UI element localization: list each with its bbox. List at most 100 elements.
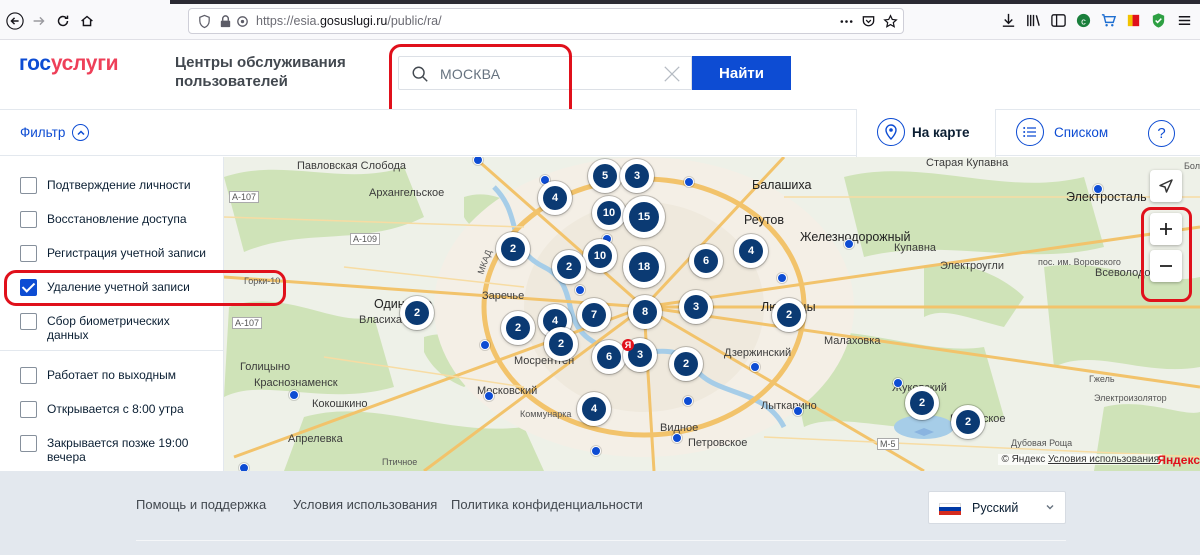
office-marker[interactable] bbox=[683, 396, 693, 406]
office-cluster[interactable]: 2 bbox=[496, 232, 530, 266]
checkbox[interactable] bbox=[20, 367, 37, 384]
place-label: Гжель bbox=[1089, 374, 1115, 384]
yandex-map[interactable]: Павловская Слобода Архангельское Балаших… bbox=[224, 157, 1200, 471]
office-marker[interactable] bbox=[893, 378, 903, 388]
office-marker[interactable] bbox=[844, 239, 854, 249]
filter-toggle[interactable]: Фильтр bbox=[20, 124, 90, 141]
checkbox[interactable] bbox=[20, 245, 37, 262]
gosuslugi-logo[interactable]: госуслуги bbox=[19, 52, 119, 76]
road-label: А-107 bbox=[232, 317, 263, 329]
office-marker[interactable] bbox=[777, 273, 787, 283]
filter-identity-verification[interactable]: Подтверждение личности bbox=[20, 177, 207, 194]
find-button[interactable]: Найти bbox=[692, 56, 791, 90]
permissions-icon[interactable] bbox=[235, 14, 250, 29]
footer-link-terms[interactable]: Условия использования bbox=[293, 497, 437, 512]
extension-c-icon[interactable]: c bbox=[1075, 12, 1092, 29]
browser-toolbar: https://esia.gosuslugi.ru/public/ra/ c bbox=[0, 0, 1200, 40]
office-cluster[interactable]: 7 bbox=[577, 298, 611, 332]
office-cluster[interactable]: 3 bbox=[620, 159, 654, 193]
office-cluster[interactable]: 2 bbox=[400, 296, 434, 330]
filter-closes-after-19[interactable]: Закрывается позже 19:00 вечера bbox=[20, 435, 197, 464]
office-cluster[interactable]: 15 bbox=[623, 196, 665, 238]
office-cluster[interactable]: 8 bbox=[628, 295, 662, 329]
office-cluster[interactable]: 3 bbox=[679, 290, 713, 324]
office-marker[interactable] bbox=[480, 340, 490, 350]
office-cluster[interactable]: 6 bbox=[592, 340, 626, 374]
filter-access-recovery[interactable]: Восстановление доступа bbox=[20, 211, 207, 228]
checkbox[interactable] bbox=[20, 177, 37, 194]
checkbox[interactable] bbox=[20, 313, 37, 330]
menu-icon[interactable] bbox=[1176, 12, 1193, 29]
office-marker[interactable] bbox=[591, 446, 601, 456]
sidebar-icon[interactable] bbox=[1050, 12, 1067, 29]
footer-link-privacy[interactable]: Политика конфиденциальности bbox=[451, 497, 643, 512]
back-button[interactable] bbox=[4, 10, 26, 32]
filter-biometrics[interactable]: Сбор биометрических данных bbox=[20, 313, 207, 342]
office-cluster[interactable]: 4 bbox=[734, 234, 768, 268]
place-label: Коммунарка bbox=[520, 409, 572, 419]
office-cluster[interactable]: 4 bbox=[577, 392, 611, 426]
office-marker[interactable] bbox=[793, 406, 803, 416]
office-cluster[interactable]: 10 bbox=[592, 196, 626, 230]
reload-icon bbox=[57, 15, 69, 27]
checkbox[interactable] bbox=[20, 211, 37, 228]
office-marker[interactable] bbox=[484, 391, 494, 401]
forward-button[interactable] bbox=[28, 10, 50, 32]
office-cluster[interactable]: 5 bbox=[588, 159, 622, 193]
adblock-shield-icon[interactable] bbox=[1150, 12, 1167, 29]
cart-extension-icon[interactable] bbox=[1100, 12, 1117, 29]
office-cluster[interactable]: 4 bbox=[538, 181, 572, 215]
pocket-icon[interactable] bbox=[861, 14, 876, 29]
place-label: Электроугли bbox=[940, 260, 1004, 272]
yandex-logo[interactable]: Яндекс bbox=[1157, 453, 1200, 467]
reload-button[interactable] bbox=[52, 10, 74, 32]
checkbox[interactable] bbox=[20, 435, 37, 452]
office-cluster[interactable]: 2 bbox=[669, 347, 703, 381]
bookmark-star-icon[interactable] bbox=[883, 14, 898, 29]
lock-icon[interactable] bbox=[218, 14, 233, 29]
office-marker[interactable] bbox=[239, 463, 249, 471]
footer-link-help[interactable]: Помощь и поддержка bbox=[136, 497, 266, 512]
clear-icon[interactable] bbox=[663, 65, 681, 83]
url-text[interactable]: https://esia.gosuslugi.ru/public/ra/ bbox=[256, 14, 442, 28]
office-marker[interactable] bbox=[289, 390, 299, 400]
download-icon[interactable] bbox=[1000, 12, 1017, 29]
yandex-location-pin[interactable]: Я bbox=[622, 339, 634, 351]
more-actions-icon[interactable] bbox=[839, 14, 854, 29]
flag-extension-icon[interactable] bbox=[1125, 12, 1142, 29]
home-button[interactable] bbox=[76, 10, 98, 32]
office-cluster[interactable]: 18 bbox=[623, 246, 665, 288]
list-icon bbox=[1016, 118, 1044, 146]
navigation-arrow-icon bbox=[1159, 179, 1173, 193]
place-label: Купавна bbox=[894, 242, 937, 254]
office-cluster[interactable]: 2 bbox=[544, 327, 578, 361]
office-marker[interactable] bbox=[575, 285, 585, 295]
office-cluster[interactable]: 2 bbox=[905, 386, 939, 420]
office-marker[interactable] bbox=[750, 362, 760, 372]
place-label: Реутов bbox=[744, 213, 785, 227]
tab-list-view[interactable]: Списком bbox=[996, 109, 1120, 157]
office-marker[interactable] bbox=[1093, 184, 1103, 194]
place-label: Краснознаменск bbox=[254, 377, 338, 389]
filter-opens-8am[interactable]: Открывается с 8:00 утра bbox=[20, 401, 207, 418]
geolocate-button[interactable] bbox=[1150, 170, 1182, 202]
office-cluster[interactable]: 10 bbox=[583, 239, 617, 273]
filter-account-registration[interactable]: Регистрация учетной записи bbox=[20, 245, 207, 262]
shield-icon[interactable] bbox=[197, 14, 212, 29]
office-cluster[interactable]: 6 bbox=[689, 244, 723, 278]
terms-link[interactable]: Условия использования bbox=[1048, 454, 1159, 465]
office-marker[interactable] bbox=[684, 177, 694, 187]
library-icon[interactable] bbox=[1025, 12, 1042, 29]
filter-weekends[interactable]: Работает по выходным bbox=[20, 367, 207, 384]
tab-map-view[interactable]: На карте bbox=[856, 109, 996, 157]
office-cluster[interactable]: 2 bbox=[951, 405, 985, 439]
office-cluster[interactable]: 2 bbox=[552, 250, 586, 284]
address-bar[interactable]: https://esia.gosuslugi.ru/public/ra/ bbox=[188, 8, 904, 34]
office-cluster[interactable]: 2 bbox=[772, 298, 806, 332]
office-marker[interactable] bbox=[672, 433, 682, 443]
checkbox[interactable] bbox=[20, 401, 37, 418]
help-button[interactable]: ? bbox=[1148, 120, 1175, 147]
language-select[interactable]: Русский bbox=[928, 491, 1066, 524]
office-cluster[interactable]: 2 bbox=[501, 311, 535, 345]
map-attribution: © Яндекс Условия использования bbox=[998, 454, 1162, 465]
